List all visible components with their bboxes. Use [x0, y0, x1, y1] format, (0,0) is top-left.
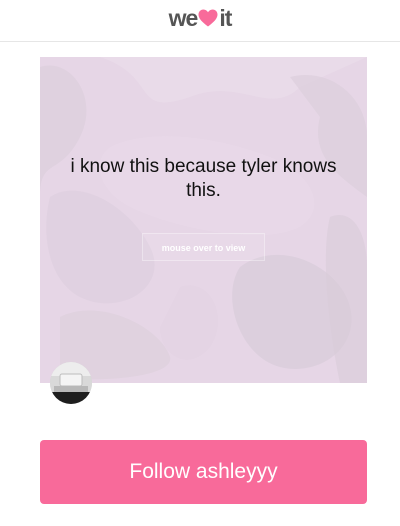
heart-icon	[198, 9, 218, 27]
mouse-over-to-view-button[interactable]: mouse over to view	[142, 233, 265, 261]
avatar-image	[50, 362, 92, 404]
follow-button[interactable]: Follow ashleyyy	[40, 440, 367, 504]
weheartit-logo[interactable]: we it	[0, 4, 400, 32]
top-bar: we it	[0, 0, 400, 42]
post-image-background	[40, 57, 367, 383]
post-caption: i know this because tyler knows this.	[70, 156, 337, 201]
avatar[interactable]	[50, 362, 92, 404]
post-image[interactable]: i know this because tyler knows this. mo…	[40, 57, 367, 383]
logo-text-right: it	[219, 5, 232, 31]
logo-text-left: we	[168, 5, 199, 31]
